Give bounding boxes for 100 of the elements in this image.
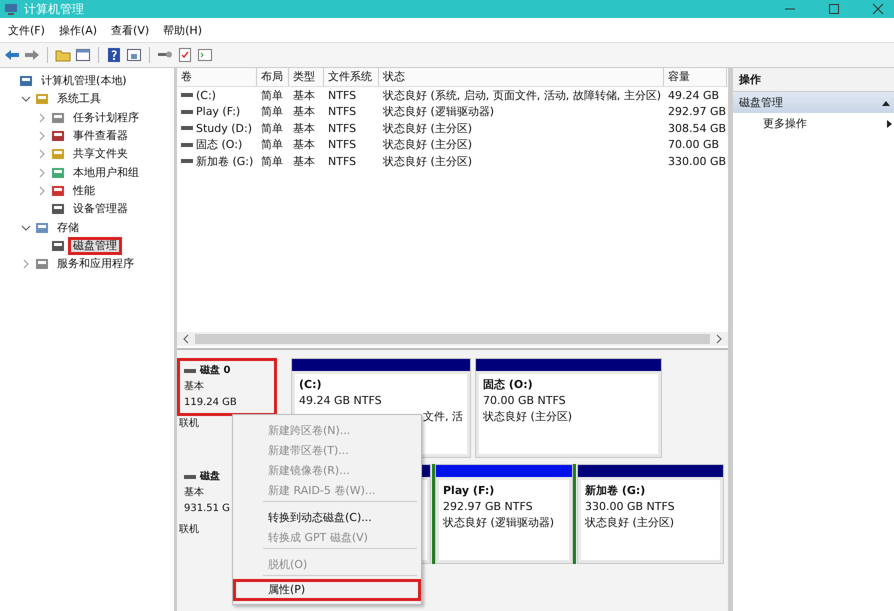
node-icon bbox=[51, 166, 65, 180]
table-cell: 状态良好 (系统, 启动, 页面文件, 活动, 故障转储, 主分区) bbox=[383, 88, 662, 103]
table-cell: NTFS bbox=[328, 138, 356, 152]
partition-status: 状态良好 (逻辑驱动器) bbox=[443, 515, 556, 531]
table-cell: 基本 bbox=[293, 88, 315, 103]
menu-item[interactable]: 操作(A) bbox=[58, 22, 98, 38]
close-icon[interactable] bbox=[872, 3, 884, 15]
column-header[interactable]: 容量 bbox=[664, 68, 727, 86]
node-icon bbox=[35, 220, 49, 235]
table-cell: NTFS bbox=[328, 105, 356, 118]
tree-item[interactable]: 任务计划程序 bbox=[68, 108, 144, 127]
console-icon[interactable] bbox=[197, 47, 213, 63]
disk-type: 基本 bbox=[184, 486, 204, 500]
column-header[interactable]: 卷 bbox=[177, 68, 257, 86]
back-arrow-icon[interactable] bbox=[4, 47, 20, 63]
node-icon bbox=[51, 238, 65, 253]
partition-status: 状态良好 (主分区) bbox=[483, 409, 574, 425]
table-cell: 状态良好 (主分区) bbox=[383, 137, 472, 152]
table-cell: 简单 bbox=[261, 104, 283, 120]
partition-status: 状态良好 (主分区) bbox=[585, 515, 676, 531]
help-icon[interactable] bbox=[106, 47, 122, 63]
node-icon bbox=[19, 74, 33, 88]
partition-block[interactable]: 新加卷 (G:) 330.00 GB NTFS 状态良好 (主分区) bbox=[577, 464, 724, 564]
table-cell: 基本 bbox=[293, 154, 315, 169]
node-icon bbox=[51, 129, 65, 144]
table-cell: NTFS bbox=[328, 154, 356, 168]
menu-item[interactable]: 转换到动态磁盘(C)... bbox=[233, 505, 421, 525]
partition-size: 70.00 GB NTFS bbox=[483, 393, 567, 409]
tree-item[interactable]: 共享文件夹 bbox=[68, 145, 133, 164]
computer-icon bbox=[4, 2, 18, 16]
partition-status: 文件, 活 bbox=[422, 409, 463, 425]
disk-size: 931.51 G bbox=[184, 502, 230, 516]
menu-item[interactable]: 查看(V) bbox=[111, 22, 150, 38]
table-cell: NTFS bbox=[328, 88, 356, 102]
partition-name: 固态 (O:) bbox=[483, 377, 534, 393]
checklist-icon[interactable] bbox=[177, 47, 193, 63]
tree-item[interactable]: 系统工具 bbox=[52, 90, 106, 108]
partition-size: 330.00 GB NTFS bbox=[585, 499, 676, 515]
tree-item[interactable]: 计算机管理(本地) bbox=[36, 72, 132, 90]
horizontal-scrollbar[interactable] bbox=[177, 332, 728, 346]
partition-size: 292.97 GB NTFS bbox=[443, 499, 534, 515]
column-header[interactable]: 类型 bbox=[289, 68, 324, 86]
table-cell: 70.00 GB bbox=[668, 138, 720, 152]
column-header[interactable]: 文件系统 bbox=[324, 68, 379, 86]
table-cell: 49.24 GB bbox=[668, 88, 720, 102]
node-icon bbox=[35, 257, 49, 272]
table-cell: 状态良好 (主分区) bbox=[383, 120, 472, 136]
maximize-icon[interactable] bbox=[828, 3, 840, 15]
column-header[interactable]: 布局 bbox=[257, 68, 289, 86]
group-title: 磁盘管理 bbox=[739, 95, 783, 110]
table-cell: 292.97 GB bbox=[668, 105, 726, 118]
disk-status: 联机 bbox=[179, 522, 199, 537]
table-cell: 状态良好 (逻辑驱动器) bbox=[383, 104, 494, 120]
partition-size: 49.24 GB NTFS bbox=[299, 393, 383, 409]
partition-name: (C:) bbox=[299, 377, 323, 393]
submenu-arrow-icon[interactable] bbox=[887, 120, 892, 128]
node-icon bbox=[51, 202, 65, 216]
panel-icon[interactable] bbox=[75, 47, 91, 63]
scroll-left-icon[interactable] bbox=[181, 334, 191, 344]
menu-item[interactable]: 帮助(H) bbox=[163, 22, 202, 38]
disk-status: 联机 bbox=[179, 416, 199, 431]
actions-header: 操作 bbox=[733, 68, 894, 92]
scrollbar-thumb[interactable] bbox=[195, 334, 710, 344]
disk-name: 磁盘 bbox=[200, 470, 220, 484]
actions-group-header[interactable]: 磁盘管理 bbox=[733, 92, 894, 113]
node-icon bbox=[35, 92, 49, 106]
action-link[interactable]: 更多操作 bbox=[763, 116, 807, 131]
disk-size: 119.24 GB bbox=[184, 396, 237, 410]
collapse-arrow-icon[interactable] bbox=[882, 100, 890, 106]
partition-name: 新加卷 (G:) bbox=[585, 483, 646, 499]
node-icon bbox=[51, 110, 65, 125]
node-icon bbox=[51, 184, 65, 198]
table-cell: 新加卷 (G:) bbox=[196, 154, 254, 169]
tree-item[interactable]: 磁盘管理 bbox=[68, 236, 122, 255]
table-cell: 330.00 GB bbox=[668, 154, 726, 168]
tree-item[interactable]: 事件查看器 bbox=[68, 127, 133, 146]
tree-item[interactable]: 性能 bbox=[68, 182, 100, 200]
table-cell: NTFS bbox=[328, 122, 356, 135]
table-cell: 简单 bbox=[261, 137, 283, 152]
tree-item[interactable]: 本地用户和组 bbox=[68, 164, 144, 182]
table-cell: Study (D:) bbox=[196, 122, 252, 135]
disk-name: 磁盘 0 bbox=[200, 364, 230, 378]
menu-item[interactable]: 文件(F) bbox=[8, 22, 45, 38]
column-header[interactable]: 状态 bbox=[379, 68, 664, 86]
tree-item[interactable]: 存储 bbox=[52, 218, 84, 237]
table-cell: 基本 bbox=[293, 120, 315, 136]
tree-item[interactable]: 设备管理器 bbox=[68, 200, 133, 218]
partition-block[interactable]: Play (F:) 292.97 GB NTFS 状态良好 (逻辑驱动器) bbox=[435, 464, 573, 564]
menu-item[interactable]: 属性(P) bbox=[233, 579, 421, 601]
table-cell: 308.54 GB bbox=[668, 122, 726, 135]
table-cell: 简单 bbox=[261, 88, 283, 103]
forward-arrow-icon[interactable] bbox=[24, 47, 40, 63]
partition-block[interactable]: 固态 (O:) 70.00 GB NTFS 状态良好 (主分区) bbox=[475, 358, 662, 458]
panel-icon[interactable] bbox=[126, 47, 142, 63]
scroll-right-icon[interactable] bbox=[714, 334, 724, 344]
tree-item[interactable]: 服务和应用程序 bbox=[52, 255, 139, 274]
table-cell: 简单 bbox=[261, 154, 283, 169]
table-cell: 固态 (O:) bbox=[196, 137, 242, 152]
table-cell: 基本 bbox=[293, 104, 315, 120]
table-cell: 基本 bbox=[293, 137, 315, 152]
